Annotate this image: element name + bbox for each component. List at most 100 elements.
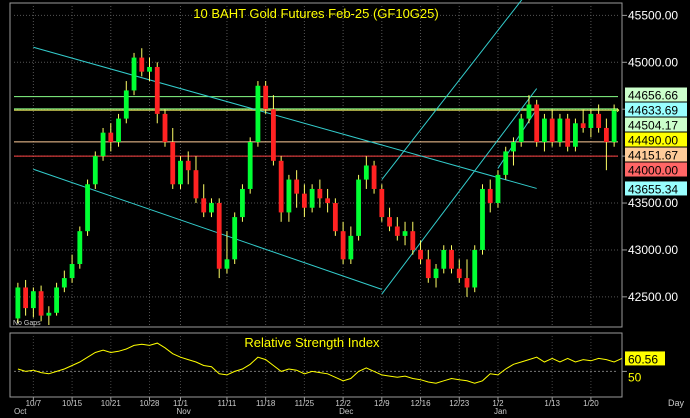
candle-body (162, 113, 168, 143)
x-tick-label: 12/23 (449, 399, 470, 408)
candle-body (123, 90, 129, 119)
price-tag-label: 44633.69 (628, 104, 678, 118)
candle-body (464, 278, 470, 288)
candle-body (77, 231, 83, 265)
candle-body (116, 118, 121, 143)
candle-body (511, 142, 516, 152)
candle-body (542, 118, 547, 143)
price-tag-label: 43655.34 (628, 182, 678, 196)
x-tick-label: 11/25 (295, 399, 315, 408)
candle-body (216, 203, 222, 269)
candle-body (263, 85, 269, 110)
candle-body (348, 235, 354, 260)
candle-body (371, 165, 377, 189)
candle-body (441, 249, 447, 269)
candle-body (178, 160, 183, 185)
candle-body (363, 165, 369, 180)
x-tick-label: 12/9 (374, 399, 390, 408)
chart-canvas: 45500.0045000.0044500.0044000.0043500.00… (0, 0, 690, 418)
candle-body (255, 85, 261, 143)
candle-body (92, 156, 98, 185)
candle-body (209, 203, 214, 213)
x-tick-label: 11/18 (256, 399, 276, 408)
x-tick-label: 1/13 (544, 399, 560, 408)
candle-body (580, 123, 586, 128)
candle-body (456, 268, 462, 279)
candle-body (534, 104, 540, 143)
candle-body (495, 174, 501, 204)
candle-body (15, 287, 21, 319)
candle-body (147, 66, 152, 72)
candle-body (317, 188, 323, 199)
candle-body (596, 113, 602, 128)
y-tick-label: 43500.00 (628, 196, 678, 210)
candle-body (332, 203, 338, 232)
candle-body (154, 66, 160, 114)
candle-body (379, 188, 385, 218)
x-tick-label: 10/28 (139, 399, 160, 408)
candle-body (30, 291, 36, 309)
candle-body (472, 249, 478, 288)
candle-body (425, 259, 431, 279)
candle-body (402, 231, 408, 236)
price-tag-label: 44000.00 (628, 164, 678, 178)
candle-body (549, 118, 555, 143)
candle-body (271, 109, 276, 161)
x-tick-label: 10/7 (26, 399, 42, 408)
y-tick-label: 42500.00 (628, 290, 678, 304)
candle-body (487, 188, 493, 204)
candle-body (170, 142, 176, 185)
x-month-label: Dec (339, 407, 353, 416)
candle-body (23, 287, 29, 309)
candle-body (356, 179, 361, 236)
x-tick-label: 1/20 (583, 399, 599, 408)
candle-body (85, 184, 90, 232)
candle-body (503, 151, 509, 175)
candle-body (240, 188, 245, 218)
chart-title: 10 BAHT Gold Futures Feb-25 (GF10G25) (193, 6, 438, 21)
x-month-label: Oct (14, 407, 27, 416)
candle-body (278, 160, 284, 213)
x-tick-label: 11/11 (218, 399, 237, 408)
candle-body (69, 264, 75, 279)
candle-body (480, 188, 485, 250)
candle-body (54, 287, 59, 313)
candle-body (418, 249, 423, 260)
y-tick-label: 45500.00 (628, 8, 678, 22)
last-price-arrow-icon: → (612, 106, 620, 116)
candle-body (201, 198, 207, 213)
candle-body (100, 132, 106, 157)
candle-body (224, 259, 230, 269)
candle-body (573, 123, 578, 147)
candle-body (433, 268, 439, 279)
candle-body (185, 160, 191, 171)
candle-body (518, 118, 524, 143)
candle-body (340, 231, 346, 260)
rsi-last-value: 60.56 (628, 352, 658, 366)
y-tick-label: 43000.00 (628, 243, 678, 257)
candle-body (232, 217, 238, 260)
candle-body (247, 142, 253, 189)
candle-body (325, 198, 331, 204)
candle-body (131, 57, 137, 91)
candle-body (387, 217, 392, 227)
candle-body (61, 278, 67, 288)
x-month-label: Jan (494, 407, 507, 416)
candle-body (294, 179, 300, 194)
x-axis-unit: Day (668, 398, 685, 408)
price-tag-label: 44151.67 (628, 149, 678, 163)
price-tag-label: 44490.00 (628, 134, 678, 148)
x-month-label: Nov (176, 407, 190, 416)
candle-body (139, 57, 145, 72)
candle-body (38, 291, 44, 316)
candle-body (603, 127, 609, 143)
candle-body (394, 226, 400, 236)
candle-body (301, 193, 307, 208)
candle-body (557, 118, 563, 143)
rsi-title: Relative Strength Index (244, 335, 380, 350)
x-tick-label: 12/16 (411, 399, 432, 408)
price-tag-label: 44504.17 (628, 119, 678, 133)
candle-body (565, 118, 571, 147)
x-tick-label: 10/21 (101, 399, 122, 408)
price-tag-label: 44656.66 (628, 89, 678, 103)
